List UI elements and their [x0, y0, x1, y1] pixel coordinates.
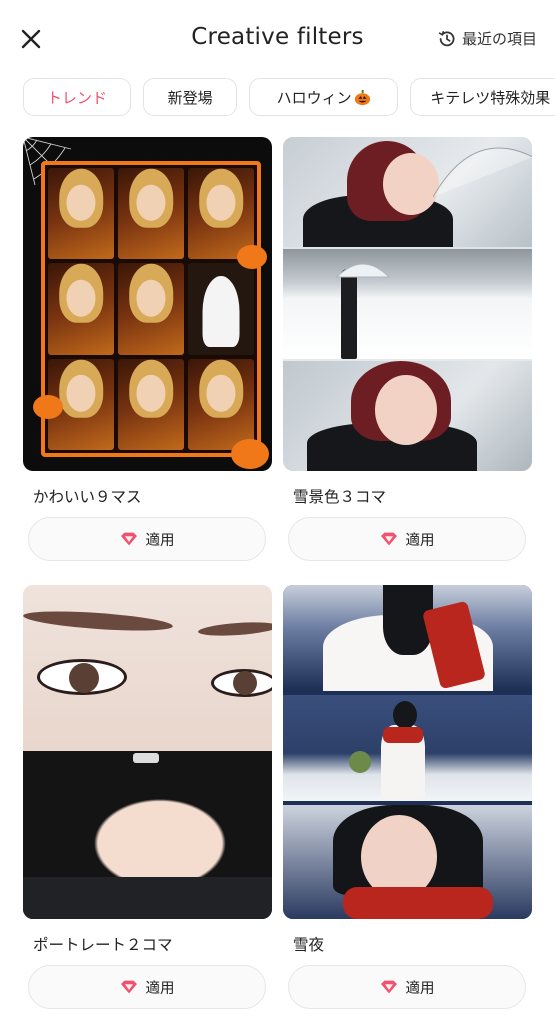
- photo-cell: [118, 263, 184, 355]
- apply-button[interactable]: 適用: [288, 965, 526, 1009]
- pumpkin-decoration: [33, 395, 63, 419]
- photo-panel: [283, 361, 532, 471]
- filter-thumbnail[interactable]: [23, 137, 272, 471]
- apply-label: 適用: [145, 980, 175, 997]
- category-tabs: トレンド 新登場 ハロウィン キテレツ特殊効果: [23, 78, 555, 118]
- tab-label: ハロウィン: [276, 88, 352, 107]
- tab-new[interactable]: 新登場: [143, 78, 238, 116]
- filter-thumbnail[interactable]: [23, 585, 272, 919]
- recent-items-label: 最近の項目: [461, 30, 537, 48]
- photo-panel: [283, 137, 532, 247]
- tab-label: トレンド: [46, 88, 107, 107]
- apply-button[interactable]: 適用: [288, 517, 526, 561]
- tab-label: 新登場: [167, 88, 213, 107]
- tab-trend[interactable]: トレンド: [23, 78, 131, 116]
- photo-panel: [283, 805, 532, 919]
- gem-icon: [120, 532, 137, 546]
- pumpkin-decoration: [231, 439, 269, 469]
- photo-cell: [188, 263, 254, 355]
- photo-cell: [48, 168, 114, 260]
- filter-title: 雪夜: [293, 936, 325, 954]
- apply-label: 適用: [145, 532, 175, 549]
- apply-label: 適用: [405, 532, 435, 549]
- filter-title: ポートレート２コマ: [33, 936, 173, 954]
- filter-thumbnail[interactable]: [283, 137, 532, 471]
- tab-halloween[interactable]: ハロウィン: [249, 78, 399, 116]
- gem-icon: [380, 980, 397, 994]
- filter-thumbnail[interactable]: [283, 585, 532, 919]
- photo-cell: [118, 168, 184, 260]
- tab-label: キテレツ特殊効果: [430, 88, 551, 107]
- photo-panel: [283, 249, 532, 359]
- apply-button[interactable]: 適用: [28, 517, 266, 561]
- filter-title: 雪景色３コマ: [293, 488, 387, 506]
- filter-title: かわいい９マス: [33, 488, 142, 506]
- photo-cell: [118, 358, 184, 450]
- apply-label: 適用: [405, 980, 435, 997]
- photo-panel: [23, 585, 272, 751]
- photo-panel: [23, 751, 272, 919]
- tab-quirky-effects[interactable]: キテレツ特殊効果: [410, 78, 555, 116]
- photo-panel: [283, 585, 532, 691]
- pumpkin-icon: [354, 89, 370, 105]
- photo-cell: [48, 263, 114, 355]
- pumpkin-decoration: [237, 245, 267, 269]
- photo-cell: [188, 358, 254, 450]
- gem-icon: [380, 532, 397, 546]
- photo-panel: [283, 695, 532, 801]
- history-icon: [438, 30, 455, 46]
- recent-items-button[interactable]: 最近の項目: [438, 28, 537, 49]
- header: Creative filters 最近の項目: [0, 0, 555, 76]
- apply-button[interactable]: 適用: [28, 965, 266, 1009]
- photo-grid: [41, 161, 261, 457]
- gem-icon: [120, 980, 137, 994]
